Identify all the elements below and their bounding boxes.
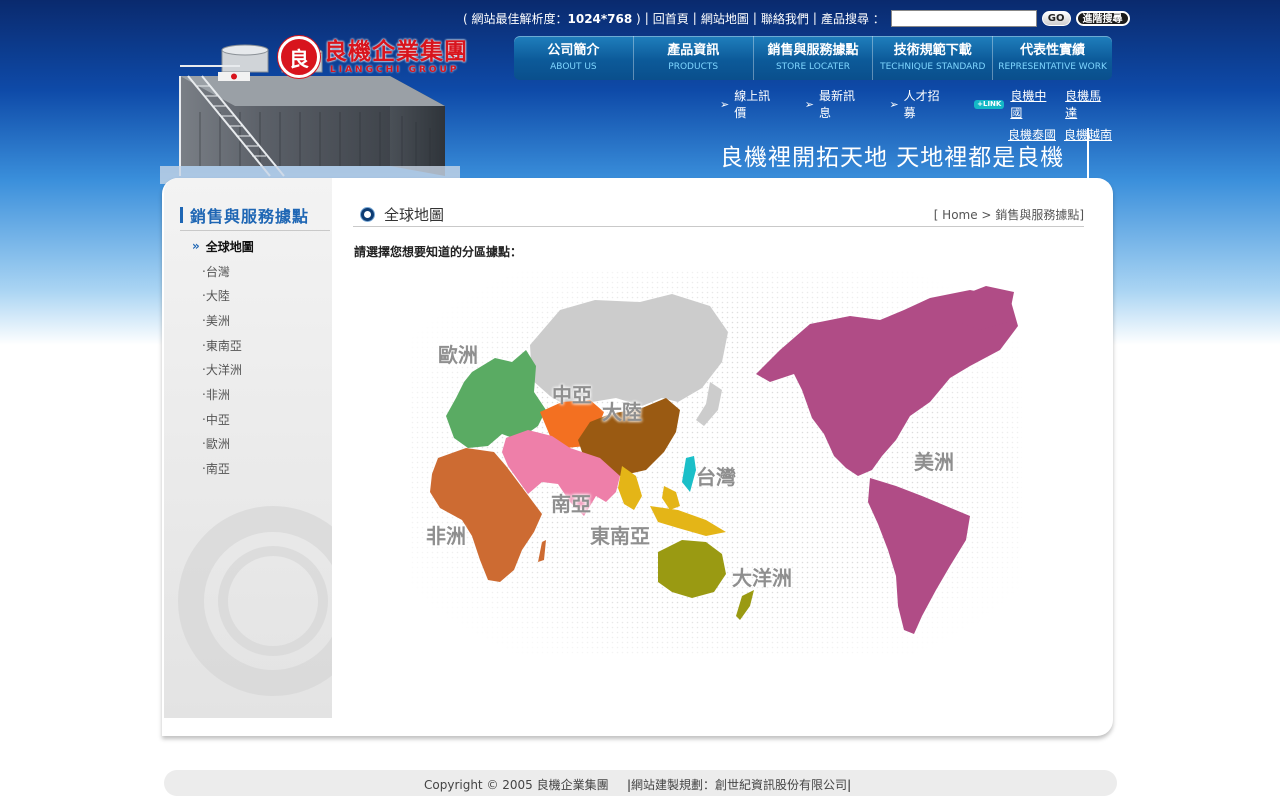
product-search-input[interactable] [890,9,1037,27]
circle-bullet-icon [361,208,374,221]
content-header: 全球地圖 [ Home > 銷售與服務據點] [353,203,1084,227]
world-map: 歐洲 中亞 大陸 台灣 南亞 非洲 東南亞 大洋洲 美洲 [410,270,1022,655]
latest-news-link[interactable]: ➢ 最新訊息 [805,87,866,121]
recruitment-link[interactable]: ➢ 人才招募 [889,87,950,121]
sitemap-link[interactable]: 網站地圖 [701,10,749,27]
link-tag-icon: +LINK [974,99,1005,109]
footer: Copyright © 2005 良機企業集團 |網站建製規劃：創世紀資訊股份有… [164,770,1117,796]
slogan-divider [1087,128,1089,178]
map-label-europe[interactable]: 歐洲 [438,339,478,368]
sidebar-item-central-asia[interactable]: ‧中亞 [192,407,254,432]
liangchi-motor-link[interactable]: 良機馬達 [1065,87,1112,121]
sidebar-menu: » 全球地圖 ‧台灣 ‧大陸 ‧美洲 ‧東南亞 ‧大洋洲 ‧非洲 ‧中亞 ‧歐洲 … [192,234,254,481]
arrow-right-icon: ➢ [889,97,899,111]
logo-chinese-name: 良機企業集團 [324,38,468,65]
map-label-south-asia[interactable]: 南亞 [551,488,591,517]
breadcrumb-home-link[interactable]: [ Home > [934,208,996,222]
nav-store-locater[interactable]: 銷售與服務據點 STORE LOCATER [754,36,874,80]
resolution-note: ( 網站最佳解析度：1024*768 ) [463,11,641,26]
sidebar-item-south-asia[interactable]: ‧南亞 [192,456,254,481]
go-button[interactable]: GO [1041,10,1071,26]
sidebar-item-europe[interactable]: ‧歐洲 [192,432,254,457]
arrow-right-icon: ➢ [720,97,730,111]
map-label-mainland[interactable]: 大陸 [602,396,642,425]
region-prompt: 請選擇您想要知道的分區據點： [354,245,523,259]
search-label: 產品搜尋 ： [820,11,885,26]
slogan: 良機裡開拓天地 天地裡都是良機 [720,145,1065,171]
map-label-oceania[interactable]: 大洋洲 [732,562,792,591]
contact-link[interactable]: 聯絡我們 [761,10,809,27]
secondary-navigation: ➢線上訊價 ➢最新訊息 ➢人才招募 +LINK 良機中國 良機馬達 良機泰國 良… [720,87,1112,143]
company-logo[interactable]: 良 良機企業集團 LIANGCHI GROUP [278,36,468,78]
sidebar-title: 銷售與服務據點 [180,203,330,231]
nav-technique-standard[interactable]: 技術規範下載 TECHNIQUE STANDARD [873,36,994,80]
nav-products[interactable]: 產品資訊 PRODUCTS [634,36,754,80]
sidebar-item-oceania[interactable]: ‧大洋洲 [192,357,254,382]
map-label-taiwan[interactable]: 台灣 [696,461,736,490]
sidebar-item-world-map[interactable]: » 全球地圖 [192,234,254,259]
map-label-southeast-asia[interactable]: 東南亞 [590,520,650,549]
online-quote-link[interactable]: ➢ 線上訊價 [720,87,781,121]
logo-mark-icon: 良 [278,36,320,78]
map-label-africa[interactable]: 非洲 [426,520,466,549]
sidebar-item-americas[interactable]: ‧美洲 [192,308,254,333]
logo-english-name: LIANGCHI GROUP [330,65,460,75]
page-title: 全球地圖 [384,206,445,224]
sidebar-item-africa[interactable]: ‧非洲 [192,382,254,407]
sidebar-item-mainland[interactable]: ‧大陸 [192,283,254,308]
site-builder-text: |網站建製規劃：創世紀資訊股份有限公司| [627,778,852,792]
main-navigation: 公司簡介 ABOUT US 產品資訊 PRODUCTS 銷售與服務據點 STOR… [514,36,1112,80]
nav-about-us[interactable]: 公司簡介 ABOUT US [514,36,634,80]
breadcrumb: [ Home > 銷售與服務據點] [933,208,1084,222]
arrow-right-icon: ➢ [804,97,814,111]
double-chevron-right-icon: » [192,239,200,254]
map-label-americas[interactable]: 美洲 [914,446,954,475]
utility-bar: ( 網站最佳解析度：1024*768 ) | 回首頁 | 網站地圖 | 聯絡我們… [463,8,1130,28]
sidebar-item-southeast-asia[interactable]: ‧東南亞 [192,333,254,358]
advanced-search-button[interactable]: 進階搜尋 [1075,10,1130,26]
home-link[interactable]: 回首頁 [653,10,689,27]
copyright-text: Copyright © 2005 良機企業集團 [424,778,609,792]
sidebar-item-taiwan[interactable]: ‧台灣 [192,259,254,284]
map-label-central-asia[interactable]: 中亞 [552,379,592,408]
nav-representative-work[interactable]: 代表性實績 REPRESENTATIVE WORK [993,36,1112,80]
liangchi-china-link[interactable]: 良機中國 [1010,87,1057,121]
